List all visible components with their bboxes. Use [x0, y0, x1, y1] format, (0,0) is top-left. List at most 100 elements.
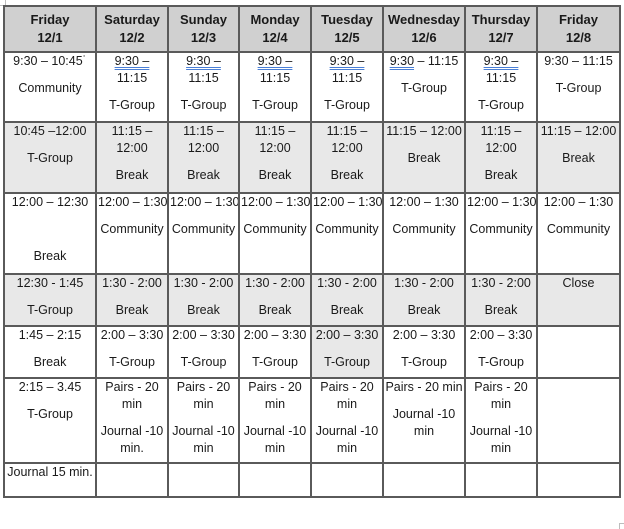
schedule-cell[interactable]: 2:00 – 3:30 T-Group: [95, 325, 169, 379]
time-range: 12:00 – 1:30: [241, 195, 311, 209]
time-range: 2:00 – 3:30: [243, 328, 307, 342]
empty-cell[interactable]: [536, 462, 621, 498]
empty-cell[interactable]: [536, 377, 621, 464]
day-date: 12/4: [262, 30, 288, 45]
schedule-cell[interactable]: Pairs - 20 min Journal -10 min: [382, 377, 466, 464]
time-range: 10:45 –12:00: [13, 124, 87, 138]
activity: T-Group: [252, 355, 298, 369]
schedule-cell[interactable]: 1:30 - 2:00 Break: [382, 273, 466, 327]
schedule-cell[interactable]: 12:00 – 1:30 Community: [464, 192, 538, 275]
schedule-cell[interactable]: 12:00 – 1:30 Community: [167, 192, 240, 275]
activity: Community: [546, 222, 611, 236]
schedule-cell[interactable]: 9:30 – 11:15 T-Group: [238, 51, 312, 123]
time-range-start: 9:30 –: [186, 54, 221, 68]
schedule-cell[interactable]: 11:15 – 12:00 Break: [238, 121, 312, 194]
activity: T-Group: [324, 98, 370, 112]
schedule-cell[interactable]: Close: [536, 273, 621, 327]
empty-cell[interactable]: [95, 462, 169, 498]
schedule-cell[interactable]: 1:45 – 2:15 Break: [3, 325, 97, 379]
schedule-cell[interactable]: 11:15 – 12:00 Break: [95, 121, 169, 194]
time-range: 2:00 – 3:30: [315, 328, 379, 342]
schedule-cell[interactable]: 11:15 – 12:00 Break: [464, 121, 538, 194]
time-range-end: 11:15: [259, 71, 291, 85]
empty-cell[interactable]: [382, 462, 466, 498]
journal-label: Journal 15 min.: [7, 465, 93, 479]
time-range-start: 9:30 –: [483, 54, 519, 68]
time-range-end: 12:00: [116, 141, 148, 155]
time-range: 1:30 - 2:00: [245, 276, 305, 290]
activity: Break: [115, 303, 149, 317]
time-range: 2:15 – 3.45: [18, 380, 82, 394]
time-range-start: 11:15 –: [111, 124, 153, 138]
day-name: Monday: [250, 12, 300, 27]
empty-cell[interactable]: [536, 325, 621, 379]
schedule-cell[interactable]: Pairs - 20 min Journal -10 min: [464, 377, 538, 464]
schedule-cell[interactable]: 12:00 – 1:30 Community: [310, 192, 384, 275]
schedule-cell[interactable]: 2:00 – 3:30 T-Group: [167, 325, 240, 379]
header-friday-12-8: Friday 12/8: [536, 5, 621, 53]
activity: T-Group: [478, 355, 524, 369]
schedule-cell[interactable]: 12:00 – 1:30 Community: [95, 192, 169, 275]
pairs-unit: min: [336, 397, 358, 411]
schedule-cell[interactable]: 12:00 – 1:30 Community: [536, 192, 621, 275]
day-date: 12/1: [37, 30, 63, 45]
time-range-start: 9:30 –: [329, 54, 365, 68]
schedule-cell[interactable]: 9:30 – 11:15 T-Group: [95, 51, 169, 123]
schedule-cell[interactable]: 12:00 – 1:30 Community: [382, 192, 466, 275]
table-row: 2:15 – 3.45 T-Group Pairs - 20 min Journal …: [3, 377, 621, 464]
day-date: 12/2: [119, 30, 145, 45]
schedule-cell[interactable]: 12:30 - 1:45 T-Group: [3, 273, 97, 327]
activity: T-Group: [324, 355, 370, 369]
schedule-cell[interactable]: 1:30 - 2:00 Break: [464, 273, 538, 327]
schedule-cell[interactable]: 9:30 – 11:15 T-Group: [310, 51, 384, 123]
schedule-cell[interactable]: 2:00 – 3:30 T-Group: [382, 325, 466, 379]
empty-cell[interactable]: [310, 462, 384, 498]
activity: T-Group: [27, 151, 73, 165]
schedule-cell[interactable]: 11:15 – 12:00 Break: [536, 121, 621, 194]
schedule-cell[interactable]: 11:15 – 12:00 Break: [382, 121, 466, 194]
time-range: 9:30 – 11:15: [544, 54, 613, 68]
schedule-cell[interactable]: 1:30 - 2:00 Break: [238, 273, 312, 327]
schedule-cell[interactable]: 9:30 – 11:15 T-Group: [464, 51, 538, 123]
schedule-cell[interactable]: 11:15 – 12:00 Break: [167, 121, 240, 194]
activity: T-Group: [180, 355, 227, 369]
empty-cell[interactable]: [167, 462, 240, 498]
schedule-cell[interactable]: 9:30 – 11:15 T-Group: [167, 51, 240, 123]
time-range-end: 11:15: [485, 71, 517, 85]
time-range: 1:30 - 2:00: [173, 276, 234, 290]
empty-cell[interactable]: [464, 462, 538, 498]
activity: Break: [33, 249, 67, 263]
schedule-cell[interactable]: Journal 15 min.: [3, 462, 97, 498]
empty-cell[interactable]: [238, 462, 312, 498]
time-range: 12:00 – 1:30: [389, 195, 459, 209]
table-resize-handle[interactable]: [619, 523, 624, 529]
schedule-cell[interactable]: 2:15 – 3.45 T-Group: [3, 377, 97, 464]
schedule-cell[interactable]: 12:00 – 1:30 Community: [238, 192, 312, 275]
schedule-cell[interactable]: 9:30 – 10:45˙ Community: [3, 51, 97, 123]
schedule-cell[interactable]: 1:30 - 2:00 Break: [310, 273, 384, 327]
schedule-cell[interactable]: 12:00 – 12:30 Break: [3, 192, 97, 275]
time-range: 11:15 – 12:00: [540, 124, 617, 138]
schedule-cell[interactable]: 2:00 – 3:30 T-Group: [238, 325, 312, 379]
schedule-cell[interactable]: 2:00 – 3:30 T-Group: [464, 325, 538, 379]
schedule-cell[interactable]: 9:30 – 11:15 T-Group: [536, 51, 621, 123]
schedule-cell[interactable]: 2:00 – 3:30 T-Group: [310, 325, 384, 379]
schedule-cell[interactable]: Pairs - 20 min Journal -10 min.: [95, 377, 169, 464]
pairs-unit: min: [121, 397, 143, 411]
activity: T-Group: [27, 407, 73, 421]
header-monday-12-4: Monday 12/4: [238, 5, 312, 53]
schedule-cell[interactable]: 9:30 – 11:15 T-Group: [382, 51, 466, 123]
time-range-end: 12:00: [187, 141, 220, 155]
activity: Community: [315, 222, 379, 236]
activity: T-Group: [401, 81, 447, 95]
schedule-cell[interactable]: Pairs - 20 min Journal -10 min: [238, 377, 312, 464]
time-range-end: 12:00: [485, 141, 517, 155]
activity: T-Group: [180, 98, 227, 112]
schedule-cell[interactable]: 1:30 - 2:00 Break: [95, 273, 169, 327]
schedule-cell[interactable]: 10:45 –12:00 T-Group: [3, 121, 97, 194]
schedule-cell[interactable]: 11:15 – 12:00 Break: [310, 121, 384, 194]
schedule-cell[interactable]: Pairs - 20 min Journal -10 min: [167, 377, 240, 464]
schedule-cell[interactable]: Pairs - 20 min Journal -10 min: [310, 377, 384, 464]
schedule-cell[interactable]: 1:30 - 2:00 Break: [167, 273, 240, 327]
time-range-start: 9:30: [389, 54, 415, 68]
